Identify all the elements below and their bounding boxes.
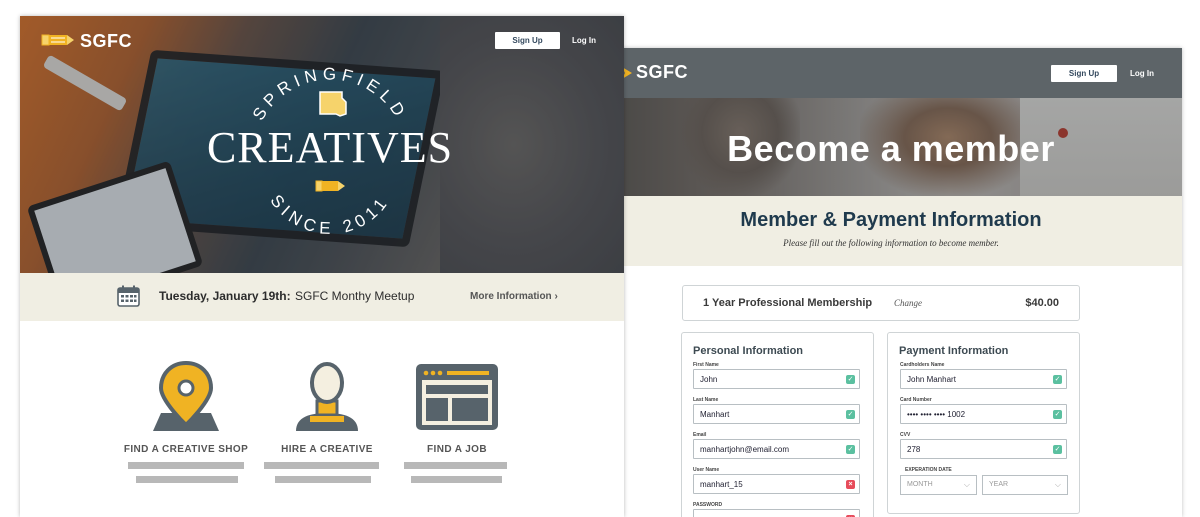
event-date: Tuesday, January 19th: xyxy=(159,289,291,303)
last-name-input[interactable]: Manhart ✓ xyxy=(693,404,860,424)
personal-information-card: Personal Information First Name John ✓ L… xyxy=(681,332,874,517)
pencil-icon xyxy=(315,180,345,192)
svg-text:SINCE 2011: SINCE 2011 xyxy=(267,191,394,238)
log-in-link[interactable]: Log In xyxy=(572,36,596,45)
check-icon: ✓ xyxy=(1053,410,1062,419)
field-label: Last Name xyxy=(693,397,719,403)
field-value: John xyxy=(700,375,718,384)
change-plan-link[interactable]: Change xyxy=(894,298,922,308)
error-x-icon: × xyxy=(846,480,855,489)
year-select[interactable]: YEAR ⌵ xyxy=(982,475,1068,495)
year-placeholder: YEAR xyxy=(989,481,1009,488)
feature-label: FIND A CREATIVE SHOP xyxy=(123,444,249,455)
check-icon: ✓ xyxy=(846,375,855,384)
event-banner: Tuesday, January 19th: SGFC Monthy Meetu… xyxy=(20,273,624,321)
log-in-link[interactable]: Log In xyxy=(1130,69,1154,78)
site-logo[interactable]: SGFC xyxy=(636,62,688,83)
browser-window-icon xyxy=(416,364,498,430)
payment-information-card: Payment Information Cardholders Name Joh… xyxy=(887,332,1080,514)
top-nav: SGFC Sign Up Log In xyxy=(600,48,1182,98)
field-label: Email xyxy=(693,432,707,438)
field-value: •••• •••• •••• 1002 xyxy=(907,410,966,419)
email-field: Email manhartjohn@email.com ✓ xyxy=(693,432,860,459)
springfield-creatives-emblem: SPRINGFIELD SINCE 2011 CREATIVES xyxy=(200,54,460,254)
last-name-field: Last Name Manhart ✓ xyxy=(693,397,860,424)
event-name: SGFC Monthy Meetup xyxy=(295,289,415,303)
calendar-icon xyxy=(117,285,140,307)
feature-label: HIRE A CREATIVE xyxy=(281,444,373,455)
password-field: PASSWORD × xyxy=(693,502,860,517)
sign-up-button[interactable]: Sign Up xyxy=(1051,65,1117,82)
page-title: Become a member xyxy=(727,128,1055,169)
field-label: Card Number xyxy=(900,397,932,403)
field-value: manhart_15 xyxy=(700,480,743,489)
field-label: User Name xyxy=(693,467,720,473)
missouri-state-icon xyxy=(319,91,347,117)
field-value: 278 xyxy=(907,445,921,454)
first-name-field: First Name John ✓ xyxy=(693,362,860,389)
expiration-date-label: EXPERATION DATE xyxy=(905,467,952,473)
plan-price: $40.00 xyxy=(1025,297,1059,309)
check-icon: ✓ xyxy=(1053,445,1062,454)
card-title: Personal Information xyxy=(693,345,804,357)
check-icon: ✓ xyxy=(1053,375,1062,384)
month-select[interactable]: MONTH ⌵ xyxy=(900,475,977,495)
field-value: John Manhart xyxy=(907,375,956,384)
section-subtitle: Please fill out the following informatio… xyxy=(783,238,999,248)
field-value: Manhart xyxy=(700,410,730,419)
field-label: Cardholders Name xyxy=(900,362,945,368)
chevron-down-icon: ⌵ xyxy=(963,480,970,489)
card-number-input[interactable]: •••• •••• •••• 1002 ✓ xyxy=(900,404,1067,424)
section-title: Member & Payment Information xyxy=(740,209,1042,231)
cardholder-name-input[interactable]: John Manhart ✓ xyxy=(900,369,1067,389)
location-pin-icon xyxy=(153,361,219,431)
card-title: Payment Information xyxy=(899,345,1009,357)
person-bust-icon xyxy=(296,362,358,431)
field-value: manhartjohn@email.com xyxy=(700,445,790,454)
more-information-link[interactable]: More Information › xyxy=(470,291,558,302)
check-icon: ✓ xyxy=(846,410,855,419)
password-input[interactable]: × xyxy=(693,509,860,517)
month-placeholder: MONTH xyxy=(907,481,933,488)
cardholder-name-field: Cardholders Name John Manhart ✓ xyxy=(900,362,1067,389)
sign-up-button[interactable]: Sign Up xyxy=(495,32,560,49)
membership-plan-box: 1 Year Professional Membership Change $4… xyxy=(682,285,1080,321)
user-name-field: User Name manhart_15 × xyxy=(693,467,860,494)
check-icon: ✓ xyxy=(846,445,855,454)
cvv-field: CVV 278 ✓ xyxy=(900,432,1067,459)
field-label: First Name xyxy=(693,362,719,368)
email-input[interactable]: manhartjohn@email.com ✓ xyxy=(693,439,860,459)
field-label: CVV xyxy=(900,432,911,438)
chevron-down-icon: ⌵ xyxy=(1054,480,1061,489)
arc-bottom-text: SINCE 2011 xyxy=(267,191,389,238)
site-logo[interactable]: SGFC xyxy=(80,31,132,52)
cvv-input[interactable]: 278 ✓ xyxy=(900,439,1067,459)
hero-banner: SGFC Sign Up Log In SPRINGFIELD SINCE 20… xyxy=(20,16,624,273)
homepage-window: SGFC Sign Up Log In SPRINGFIELD SINCE 20… xyxy=(20,16,624,517)
membership-page-window: SGFC Sign Up Log In Become a member Memb… xyxy=(600,48,1182,517)
first-name-input[interactable]: John ✓ xyxy=(693,369,860,389)
field-label: PASSWORD xyxy=(693,502,723,508)
card-number-field: Card Number •••• •••• •••• 1002 ✓ xyxy=(900,397,1067,424)
pencil-icon xyxy=(41,34,74,46)
feature-label: FIND A JOB xyxy=(427,444,487,455)
hero-title: CREATIVES xyxy=(206,123,454,172)
section-header: Member & Payment Information Please fill… xyxy=(600,196,1182,266)
stage: SGFC Sign Up Log In Become a member Memb… xyxy=(0,0,1200,517)
plan-name: 1 Year Professional Membership xyxy=(703,297,873,309)
user-name-input[interactable]: manhart_15 × xyxy=(693,474,860,494)
